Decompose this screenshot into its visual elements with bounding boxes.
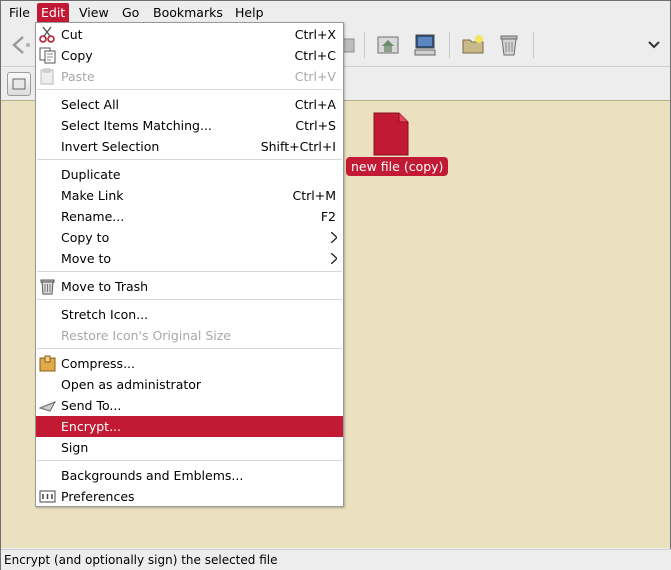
menu-item-encrypt[interactable]: Encrypt... bbox=[36, 416, 343, 437]
status-bar: Encrypt (and optionally sign) the select… bbox=[1, 549, 671, 570]
preferences-icon bbox=[39, 490, 56, 503]
file-label[interactable]: new file (copy) bbox=[346, 157, 449, 176]
menu-edit[interactable]: Edit bbox=[37, 3, 70, 23]
menu-item-copy[interactable]: Copy Ctrl+C bbox=[36, 45, 343, 66]
edit-menu: Cut Ctrl+X Copy Ctrl+C Paste Ctrl+V Sele… bbox=[35, 22, 344, 507]
chevron-down-icon bbox=[648, 41, 660, 49]
menu-item-select-all[interactable]: Select All Ctrl+A bbox=[36, 94, 343, 115]
menu-item-move-to[interactable]: Move to bbox=[36, 248, 343, 269]
menu-item-select-items-matching[interactable]: Select Items Matching... Ctrl+S bbox=[36, 115, 343, 136]
submenu-arrow-icon bbox=[331, 232, 337, 243]
copy-icon bbox=[39, 47, 56, 64]
back-icon bbox=[12, 36, 30, 54]
menu-item-copy-to[interactable]: Copy to bbox=[36, 227, 343, 248]
menu-item-sign[interactable]: Sign bbox=[36, 437, 343, 458]
new-folder-icon bbox=[462, 35, 484, 54]
menu-item-cut[interactable]: Cut Ctrl+X bbox=[36, 24, 343, 45]
trash-button[interactable] bbox=[496, 32, 522, 58]
menu-item-move-to-trash[interactable]: Move to Trash bbox=[36, 276, 343, 297]
menu-separator bbox=[37, 271, 342, 272]
menu-file[interactable]: File bbox=[5, 3, 34, 23]
status-text: Encrypt (and optionally sign) the select… bbox=[4, 553, 278, 567]
menu-item-rename[interactable]: Rename... F2 bbox=[36, 206, 343, 227]
menu-separator bbox=[37, 89, 342, 90]
menu-bookmarks[interactable]: Bookmarks bbox=[149, 3, 227, 23]
back-button[interactable] bbox=[7, 32, 33, 58]
menu-help[interactable]: Help bbox=[231, 3, 268, 23]
menu-item-backgrounds-emblems[interactable]: Backgrounds and Emblems... bbox=[36, 465, 343, 486]
location-toggle-button[interactable] bbox=[7, 72, 31, 96]
menu-item-invert-selection[interactable]: Invert Selection Shift+Ctrl+I bbox=[36, 136, 343, 157]
menu-go[interactable]: Go bbox=[118, 3, 143, 23]
toolbar-separator bbox=[533, 32, 534, 58]
toolbar-separator bbox=[449, 32, 450, 58]
menu-separator bbox=[37, 299, 342, 300]
computer-icon bbox=[414, 34, 436, 56]
menu-item-compress[interactable]: Compress... bbox=[36, 353, 343, 374]
menu-item-stretch-icon[interactable]: Stretch Icon... bbox=[36, 304, 343, 325]
computer-button[interactable] bbox=[412, 32, 438, 58]
new-folder-button[interactable] bbox=[460, 32, 486, 58]
menu-item-preferences[interactable]: Preferences bbox=[36, 486, 343, 507]
menu-separator bbox=[37, 460, 342, 461]
submenu-arrow-icon bbox=[331, 253, 337, 264]
menu-item-paste[interactable]: Paste Ctrl+V bbox=[36, 66, 343, 87]
edit-location-icon bbox=[12, 78, 26, 90]
menu-view[interactable]: View bbox=[75, 3, 113, 23]
toolbar-separator bbox=[364, 32, 365, 58]
home-button[interactable] bbox=[375, 32, 401, 58]
archive-icon bbox=[39, 355, 56, 372]
toolbar-overflow-button[interactable] bbox=[641, 32, 667, 58]
home-icon bbox=[377, 36, 399, 54]
trash-icon bbox=[500, 35, 518, 56]
trash-icon bbox=[40, 279, 55, 295]
menu-separator bbox=[37, 348, 342, 349]
scissors-icon bbox=[39, 26, 55, 43]
menu-item-open-as-administrator[interactable]: Open as administrator bbox=[36, 374, 343, 395]
menu-item-restore-icon-size[interactable]: Restore Icon's Original Size bbox=[36, 325, 343, 346]
menu-separator bbox=[37, 159, 342, 160]
send-icon bbox=[39, 401, 56, 412]
menubar: File Edit View Go Bookmarks Help bbox=[1, 1, 670, 23]
menu-item-duplicate[interactable]: Duplicate bbox=[36, 164, 343, 185]
document-icon[interactable] bbox=[372, 112, 409, 156]
menu-item-send-to[interactable]: Send To... bbox=[36, 395, 343, 416]
paste-icon bbox=[40, 68, 54, 85]
menu-item-make-link[interactable]: Make Link Ctrl+M bbox=[36, 185, 343, 206]
